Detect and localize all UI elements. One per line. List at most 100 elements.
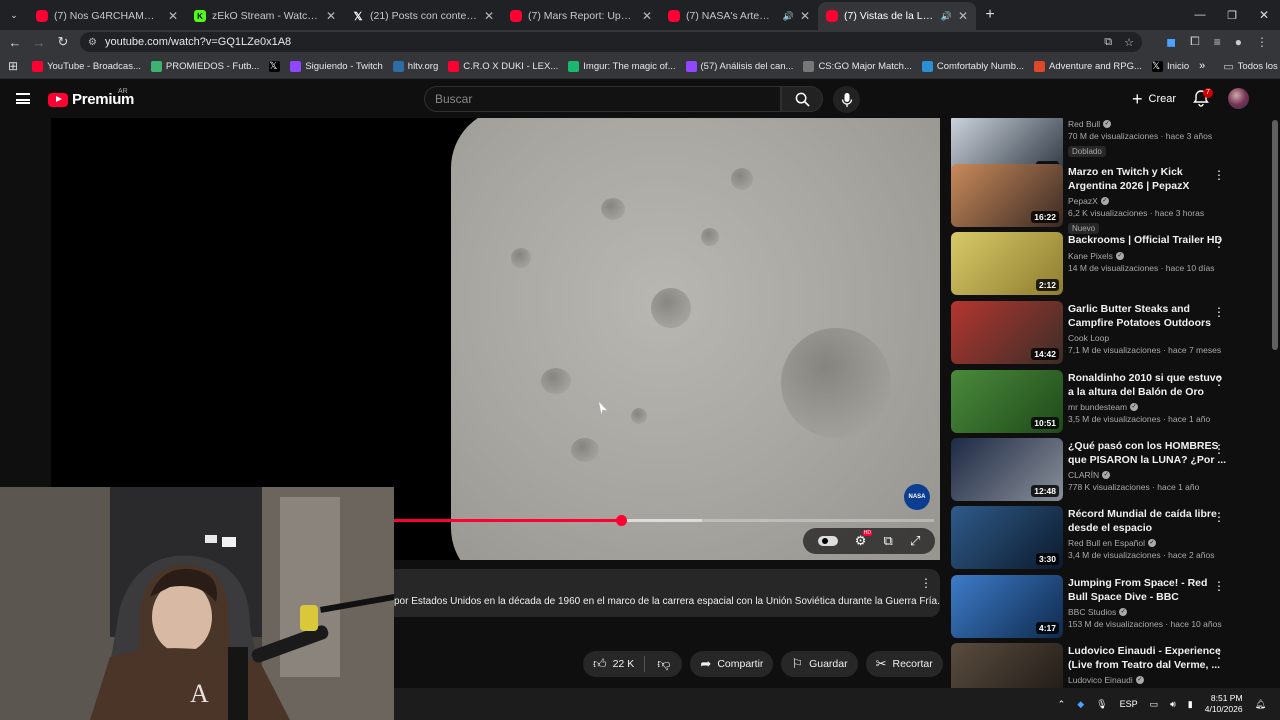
bookmark-item[interactable]: Adventure and RPG... (1034, 60, 1142, 72)
video-thumbnail[interactable]: 2:12 (951, 232, 1063, 295)
more-options-icon[interactable]: ⋮ (1213, 374, 1225, 388)
bookmark-item[interactable]: Imgur: The magic of... (568, 60, 676, 72)
channel-name[interactable]: mr bundesteam ✓ (1068, 402, 1228, 412)
restore-button[interactable]: ❐ (1216, 9, 1248, 22)
channel-name[interactable]: Red Bull ✓ (1068, 119, 1228, 129)
bookmark-item[interactable]: Siguiendo - Twitch (290, 60, 383, 72)
channel-name[interactable]: Cook Loop (1068, 333, 1228, 343)
bookmark-item[interactable]: 𝕏 Inicio (1151, 60, 1189, 72)
miniplayer-icon[interactable]: ⧉ (884, 533, 893, 549)
create-button[interactable]: + Crear (1122, 86, 1186, 112)
tab-3[interactable]: 𝕏 (21) Posts con contenido multimedia ✕ (344, 2, 502, 30)
scrubber-handle[interactable] (615, 515, 627, 526)
volume-icon[interactable]: 🔊︎ (1170, 699, 1176, 710)
video-title[interactable]: Backrooms | Official Trailer HD (1068, 234, 1228, 248)
video-title[interactable]: Marzo en Twitch y Kick Argentina 2026 | … (1068, 166, 1228, 193)
video-title[interactable]: Ludovico Einaudi - Experience (Live from… (1068, 645, 1228, 672)
channel-name[interactable]: PepazX ✓ (1068, 196, 1228, 206)
speaker-icon[interactable]: 🔊 (783, 11, 794, 22)
video-title[interactable]: ¿Qué pasó con los HOMBRES que PISARON la… (1068, 440, 1228, 467)
bookmark-star-icon[interactable]: ☆ (1124, 36, 1134, 49)
youtube-logo[interactable]: Premium AR (48, 88, 134, 108)
forward-button[interactable]: → (27, 35, 51, 50)
minimize-button[interactable]: — (1184, 9, 1216, 21)
more-options-icon[interactable]: ⋮ (1213, 168, 1225, 182)
video-description[interactable]: por Estados Unidos en la década de 1960 … (394, 569, 940, 617)
system-clock[interactable]: 8:51 PM 4/10/2026 (1205, 693, 1243, 715)
video-title[interactable]: Jumping From Space! - Red Bull Space Div… (1068, 577, 1228, 604)
back-button[interactable]: ← (3, 35, 27, 50)
tray-overflow-icon[interactable]: ⌃ (1058, 699, 1066, 710)
battery-icon[interactable]: ▮ (1188, 699, 1193, 710)
extension-icon[interactable]: ◼ (1166, 35, 1176, 49)
autoplay-toggle[interactable] (817, 534, 838, 549)
menu-hamburger-icon[interactable] (16, 93, 30, 104)
menu-icon[interactable]: ⋮ (1256, 35, 1268, 49)
more-options-icon[interactable]: ⋮ (1213, 647, 1225, 661)
apps-grid-icon[interactable]: ⊞ (8, 59, 18, 73)
channel-name[interactable]: Kane Pixels ✓ (1068, 251, 1228, 261)
all-bookmarks[interactable]: ▭ Todos los favoritos (1223, 60, 1280, 73)
recommendation-item[interactable]: 14:42 Garlic Butter Steaks and Campfire P… (951, 301, 1251, 365)
more-options-icon[interactable]: ⋮ (1213, 579, 1225, 593)
search-button[interactable] (781, 86, 823, 112)
tab-4[interactable]: (7) Mars Report: Update on NASA ✕ (502, 2, 660, 30)
site-info-icon[interactable]: ⚙ (88, 37, 97, 48)
like-button[interactable]: 👍︎ 22 K (583, 651, 644, 677)
more-options-icon[interactable]: ⋮ (1213, 510, 1225, 524)
bookmark-item[interactable]: Comfortably Numb... (921, 60, 1024, 72)
bookmark-item[interactable]: C.R.O X DUKI - LEX... (448, 60, 558, 72)
dislike-button[interactable]: 👎︎ (645, 651, 682, 677)
network-app-icon[interactable]: ◆ (1077, 699, 1084, 710)
display-icon[interactable]: ▭ (1150, 699, 1159, 710)
channel-name[interactable]: BBC Studios ✓ (1068, 607, 1228, 617)
more-options-icon[interactable]: ⋮ (1213, 305, 1225, 319)
video-thumbnail[interactable]: 3:30 (951, 506, 1063, 569)
recommendation-item[interactable]: 16:22 Marzo en Twitch y Kick Argentina 20… (951, 164, 1251, 234)
close-icon[interactable]: ✕ (958, 9, 968, 23)
video-thumbnail[interactable]: 10:51 (951, 370, 1063, 433)
recommendation-item[interactable]: Ludovico Einaudi - Experience (Live from… (951, 643, 1251, 688)
bookmark-item[interactable]: 𝕏 (269, 60, 281, 72)
settings-gear-icon[interactable]: ⚙ HD (855, 530, 872, 549)
bookmark-item[interactable]: CS:GO Major Match... (803, 60, 912, 72)
install-app-icon[interactable]: ⧉ (1104, 36, 1112, 49)
more-options-icon[interactable]: ⋮ (1213, 236, 1225, 250)
tab-2[interactable]: K zEkO Stream - Watch Live on Kick ✕ (186, 2, 344, 30)
share-button[interactable]: ➦ Compartir (690, 651, 774, 677)
bookmark-item[interactable]: YouTube - Broadcas... (32, 60, 141, 72)
close-icon[interactable]: ✕ (168, 9, 178, 23)
video-title[interactable]: Ronaldinho 2010 si que estuvo a la altur… (1068, 372, 1228, 399)
puzzle-icon[interactable]: ⧠ (1190, 34, 1200, 49)
close-icon[interactable]: ✕ (800, 9, 810, 23)
recommendation-item[interactable]: 12:48 ¿Qué pasó con los HOMBRES que PISAR… (951, 438, 1251, 502)
bookmark-item[interactable]: hltv.org (392, 60, 438, 72)
profile-icon[interactable]: ● (1235, 35, 1242, 49)
omnibox[interactable]: ⚙ youtube.com/watch?v=GQ1LZe0x1A8 ⧉ ☆ (80, 32, 1142, 52)
bookmark-item[interactable]: PROMIEDOS - Futb... (150, 60, 259, 72)
reload-button[interactable]: ↻ (51, 34, 75, 50)
save-button[interactable]: ⚐ Guardar (781, 651, 858, 677)
page-scrollbar[interactable] (1272, 118, 1278, 688)
recommendation-item[interactable]: 4:17 Jumping From Space! - Red Bull Space… (951, 575, 1251, 639)
tab-search-button[interactable]: ⌄ (0, 10, 28, 21)
new-tab-button[interactable]: + (976, 6, 1004, 24)
video-title[interactable]: Récord Mundial de caída libre desde el e… (1068, 508, 1228, 535)
window-close-button[interactable]: ✕ (1248, 8, 1280, 22)
channel-name[interactable]: CLARÍN ✓ (1068, 470, 1228, 480)
video-thumbnail[interactable]: 16:22 (951, 164, 1063, 227)
channel-name[interactable]: Red Bull en Español ✓ (1068, 538, 1228, 548)
close-icon[interactable]: ✕ (642, 9, 652, 23)
video-progress-bar[interactable] (394, 515, 934, 526)
channel-name[interactable]: Ludovico Einaudi ✓ (1068, 675, 1228, 685)
video-thumbnail[interactable] (951, 643, 1063, 688)
close-icon[interactable]: ✕ (326, 9, 336, 23)
account-avatar[interactable] (1228, 88, 1249, 109)
video-thumbnail[interactable]: 14:42 (951, 301, 1063, 364)
tab-6-active[interactable]: (7) Vistas de la Luna del Apolo 🔊 ✕ (818, 2, 976, 30)
video-title[interactable]: Garlic Butter Steaks and Campfire Potato… (1068, 303, 1228, 330)
video-thumbnail[interactable]: 4:17 (951, 575, 1063, 638)
mic-tray-icon[interactable]: 🎙︎ (1096, 699, 1107, 710)
fullscreen-icon[interactable]: ⤢ (910, 533, 920, 549)
recommendation-item[interactable]: 3:30 Récord Mundial de caída libre desde … (951, 506, 1251, 570)
